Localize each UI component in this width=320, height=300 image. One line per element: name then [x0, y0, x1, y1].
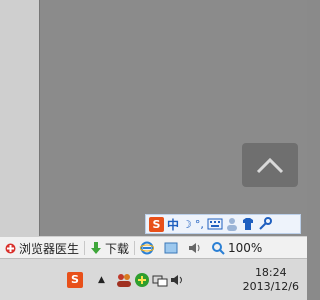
sogou-logo-badge: S [67, 271, 83, 288]
download-arrow-icon [91, 241, 102, 254]
left-panel [0, 0, 40, 236]
keyboard-icon[interactable] [207, 218, 223, 230]
sound-button[interactable] [183, 237, 207, 259]
wrench-icon[interactable] [258, 217, 272, 231]
shirt-icon[interactable] [241, 217, 255, 231]
zoom-button[interactable]: 100% [207, 237, 267, 259]
browser-doctor-label: 浏览器医生 [19, 241, 80, 256]
ime-toolbar[interactable]: S 中 ☽ °, [145, 214, 301, 234]
chevron-up-icon [256, 157, 284, 174]
sogou-taskbar-icon[interactable]: S [66, 271, 84, 289]
users-icon[interactable] [115, 271, 133, 289]
show-hidden-icons-button[interactable]: ▲ [98, 275, 105, 285]
window-icon [164, 242, 178, 254]
windows-taskbar: S ▲ 18:24 2013/12/6 [0, 258, 307, 300]
user-icon[interactable] [226, 217, 238, 231]
moon-icon[interactable]: ☽ [182, 218, 192, 231]
page-content [40, 0, 307, 236]
zoom-level: 100% [228, 241, 263, 255]
download-label: 下载 [105, 241, 130, 256]
ime-mode-toggle[interactable]: 中 [167, 216, 179, 233]
window-button[interactable] [159, 237, 183, 259]
clock-time: 18:24 [254, 265, 287, 279]
magnifier-icon [212, 241, 225, 255]
browser-doctor-button[interactable]: 浏览器医生 [0, 237, 84, 259]
ie-mode-button[interactable] [135, 237, 159, 259]
speaker-icon [189, 243, 200, 253]
browser-statusbar: 浏览器医生 下载 100% [0, 236, 307, 259]
sogou-logo-icon[interactable]: S [149, 216, 164, 232]
punctuation-icon[interactable]: °, [195, 218, 204, 231]
system-clock[interactable]: 18:24 2013/12/6 [243, 266, 307, 294]
clock-date: 2013/12/6 [242, 279, 299, 293]
add-green-icon[interactable] [133, 271, 151, 289]
download-button[interactable]: 下载 [85, 237, 134, 259]
network-icon[interactable] [151, 271, 169, 289]
ie-icon [140, 241, 155, 255]
scroll-to-top-button[interactable] [242, 143, 298, 187]
volume-icon[interactable] [169, 271, 187, 289]
medical-cross-icon [5, 243, 16, 253]
